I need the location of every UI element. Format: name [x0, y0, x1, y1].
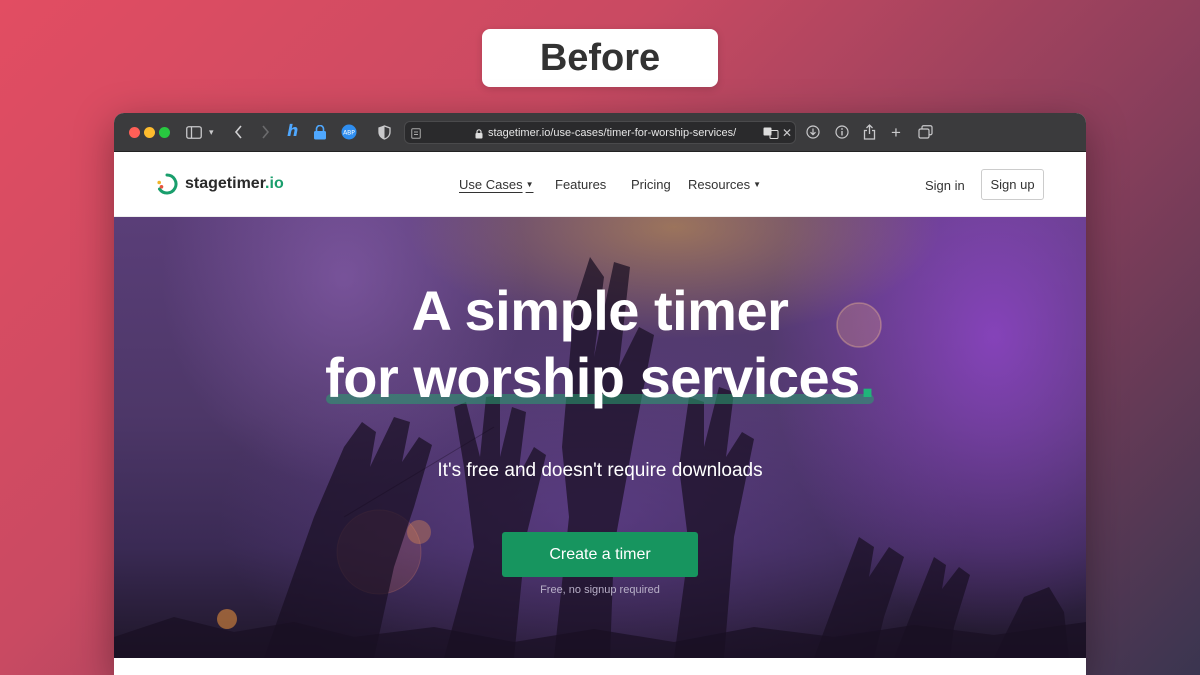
- title-accent-dot: .: [859, 346, 876, 409]
- translate-icon[interactable]: [763, 124, 779, 142]
- nav-features[interactable]: Features: [555, 177, 606, 192]
- privacy-shield-icon[interactable]: [378, 123, 391, 141]
- stagetimer-logo[interactable]: stagetimer.io: [156, 173, 284, 195]
- minimize-window-button[interactable]: [144, 127, 155, 138]
- create-timer-button[interactable]: Create a timer: [502, 532, 698, 577]
- password-lock-icon[interactable]: [313, 123, 327, 141]
- honey-extension-icon[interactable]: ℎ: [287, 123, 298, 141]
- clear-url-icon[interactable]: ✕: [782, 124, 792, 142]
- address-bar[interactable]: stagetimer.io/use-cases/timer-for-worshi…: [404, 121, 796, 144]
- downloads-icon[interactable]: [806, 123, 820, 141]
- hero-subtitle: It's free and doesn't require downloads: [437, 460, 763, 481]
- chevron-down-icon: ▼: [753, 180, 762, 189]
- hero-title-line1: A simple timer: [411, 279, 789, 342]
- adblock-extension-icon[interactable]: ABP: [341, 123, 357, 141]
- back-icon[interactable]: [234, 123, 243, 141]
- share-icon[interactable]: [863, 123, 876, 141]
- reader-icon[interactable]: [411, 124, 421, 142]
- before-label: Before: [482, 29, 718, 87]
- forward-icon[interactable]: [261, 123, 270, 141]
- nav-pricing[interactable]: Pricing: [631, 177, 671, 192]
- sign-in-link[interactable]: Sign in: [925, 178, 965, 193]
- logo-wordmark: stagetimer.io: [185, 175, 284, 192]
- close-window-button[interactable]: [129, 127, 140, 138]
- sign-up-button[interactable]: Sign up: [981, 169, 1044, 200]
- hero-section: A simple timer for worship services. It'…: [114, 217, 1086, 658]
- url-text: stagetimer.io/use-cases/timer-for-worshi…: [488, 127, 737, 139]
- cta-note: Free, no signup required: [540, 584, 660, 596]
- browser-toolbar: ▾ ℎ ABP stagetimer.io/use-cases/timer-fo…: [114, 113, 1086, 152]
- zoom-window-button[interactable]: [159, 127, 170, 138]
- info-icon[interactable]: [835, 123, 849, 141]
- tab-overview-icon[interactable]: [918, 123, 933, 141]
- chevron-down-icon[interactable]: ▾: [209, 123, 214, 141]
- new-tab-icon[interactable]: +: [891, 123, 901, 141]
- nav-use-cases[interactable]: Use Cases ▼: [459, 177, 534, 192]
- hero-title-line2: for worship services.: [325, 346, 876, 409]
- adblock-badge-text: ABP: [343, 130, 355, 137]
- secure-lock-icon: [475, 125, 483, 143]
- site-navbar: stagetimer.io Use Cases ▼ Features Pricin…: [114, 152, 1086, 217]
- sidebar-icon[interactable]: [186, 123, 202, 141]
- nav-resources[interactable]: Resources ▼: [688, 177, 761, 192]
- chevron-down-icon: ▼: [525, 180, 534, 189]
- browser-window: ▾ ℎ ABP stagetimer.io/use-cases/timer-fo…: [114, 113, 1086, 675]
- stagetimer-logo-icon: [157, 173, 178, 195]
